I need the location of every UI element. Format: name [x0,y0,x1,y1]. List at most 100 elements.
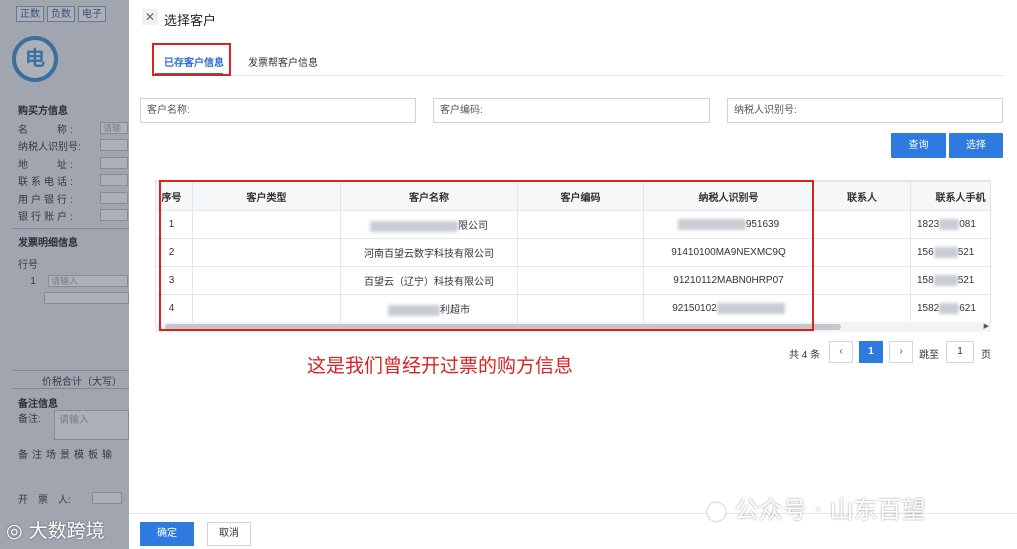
issuer-label: 开 票 人: [18,494,71,506]
item-name-input[interactable]: 请输入 [48,275,128,287]
tab-negative[interactable]: 负数 [47,6,75,22]
select-customer-dialog: ✕ 选择客户 已存客户信息 发票帮客户信息 客户名称: 客户编码: 纳税人识别号… [129,0,1017,549]
prev-page-chevron-icon[interactable]: ‹ [829,341,853,363]
tax-id-field[interactable]: 纳税人识别号: [727,98,1003,123]
buyer-address-label: 地 址: [18,159,76,171]
jump-to-label: 跳至 [919,350,939,361]
buyer-taxid-label: 纳税人识别号: [18,141,81,153]
customer-table: 序号 客户类型 客户名称 客户编码 纳税人识别号 联系人 联系人手机 1 限公司… [155,180,991,330]
cell-type [192,266,341,295]
pagination: 共 4 条 ‹ 1 › 跳至 1 页 [789,341,999,363]
divider [12,228,129,229]
buyer-bank-row: 用户银行: [18,191,128,206]
cell-contact [813,210,911,239]
cell-taxid: 951639 [643,210,814,239]
total-label: 价税合计（大写） [42,376,122,388]
buyer-address-row: 地 址: [18,156,128,171]
customer-code-field[interactable]: 客户编码: [433,98,710,123]
close-icon[interactable]: ✕ [142,9,158,25]
redacted-mark [388,304,440,316]
divider [12,370,129,371]
cell-type [192,238,341,267]
jump-page-input[interactable]: 1 [946,341,974,363]
redacted-mark [716,302,785,314]
buyer-account-input[interactable] [100,209,128,221]
select-button[interactable]: 选择 [949,133,1003,158]
cell-phone: 156 521 [910,238,990,267]
scroll-right-arrow-icon[interactable]: ▶ [984,322,989,332]
cell-contact [813,294,911,323]
cell-index: 4 [156,294,193,323]
table-row[interactable]: 1 限公司 951639 1823 081 [156,210,990,239]
dialog-title: 选择客户 [164,13,217,28]
table-row[interactable]: 4 利超市 92150102 1582 621 [156,294,990,323]
buyer-account-row: 银行账户: [18,208,128,223]
redacted-mark [933,274,958,286]
buyer-name-row: 名 称: 请输 [18,121,128,136]
buyer-name-input[interactable]: 请输 [100,122,128,134]
buyer-phone-input[interactable] [100,174,128,186]
customer-tabs: 已存客户信息 发票帮客户信息 [151,46,1003,76]
wechat-icon: ● [706,496,727,524]
row-no-label: 行号 [18,259,38,271]
cell-taxid: 91410100MA9NEXMC9Q [643,238,814,267]
confirm-button[interactable]: 确定 [140,522,194,546]
highlight-box [152,43,231,76]
cell-code [517,210,644,239]
cell-taxid: 91210112MABN0HRP07 [643,266,814,295]
page-number-button[interactable]: 1 [859,341,883,363]
cell-contact [813,266,911,295]
cancel-button[interactable]: 取消 [207,522,251,546]
page-suffix-label: 页 [981,350,991,361]
cell-code [517,294,644,323]
buyer-name-label: 名 称: [18,124,76,136]
table-row[interactable]: 2 河南百望云数字科技有限公司 91410100MA9NEXMC9Q 156 52… [156,238,990,267]
cell-phone: 158 521 [910,266,990,295]
buyer-taxid-input[interactable] [100,139,128,151]
remarks-template[interactable]: 备注场景模板输 [18,446,128,461]
buyer-address-input[interactable] [100,157,128,169]
invoice-type-tabs: 正数 负数 电子 [16,6,106,22]
tab-fapiaobang-customers[interactable]: 发票帮客户信息 [248,54,318,69]
cell-phone: 1582 621 [910,294,990,323]
remarks-section-title: 备注信息 [18,399,58,410]
col-header-index: 序号 [156,181,193,211]
cell-type [192,210,341,239]
cell-code [517,238,644,267]
buyer-taxid-row: 纳税人识别号: [18,138,128,153]
issuer-input[interactable] [92,492,122,504]
cell-index: 2 [156,238,193,267]
cell-name: 河南百望云数字科技有限公司 [340,238,518,267]
col-header-type: 客户类型 [192,181,341,211]
cell-index: 1 [156,210,193,239]
cell-name: 百望云（辽宁）科技有限公司 [340,266,518,295]
col-header-name: 客户名称 [340,181,518,211]
table-header-row: 序号 客户类型 客户名称 客户编码 纳税人识别号 联系人 联系人手机 [156,181,990,211]
redacted-mark [370,220,458,232]
background-invoice-form: 正数 负数 电子 电 购买方信息 名 称: 请输 纳税人识别号: 地 址: 联系… [0,0,129,549]
col-header-phone: 联系人手机 [910,181,990,211]
tab-positive[interactable]: 正数 [16,6,44,22]
tab-electronic[interactable]: 电子 [78,6,106,22]
cell-name: 限公司 [340,210,518,239]
table-row[interactable]: 3 百望云（辽宁）科技有限公司 91210112MABN0HRP07 158 52… [156,266,990,295]
redacted-mark [939,218,960,230]
table-horizontal-scrollbar[interactable]: ▶ [155,322,991,332]
buyer-account-label: 银行账户: [18,211,76,223]
brand-logo-icon: ◎ [6,520,23,542]
pagination-total: 共 4 条 [789,350,821,361]
redacted-mark [939,302,960,314]
customer-name-field[interactable]: 客户名称: [140,98,416,123]
remarks-input[interactable]: 请输入 [54,410,129,440]
query-button[interactable]: 查询 [891,133,946,158]
annotation-text: 这是我们曾经开过票的购方信息 [307,356,574,377]
col-header-code: 客户编码 [517,181,644,211]
remarks-label: 备注: [18,413,41,425]
cell-index: 3 [156,266,193,295]
cell-name: 利超市 [340,294,518,323]
cell-contact [813,238,911,267]
buyer-bank-input[interactable] [100,192,128,204]
next-page-chevron-icon[interactable]: › [889,341,913,363]
detail-input-2[interactable] [44,292,129,304]
scrollbar-thumb[interactable] [165,324,841,330]
